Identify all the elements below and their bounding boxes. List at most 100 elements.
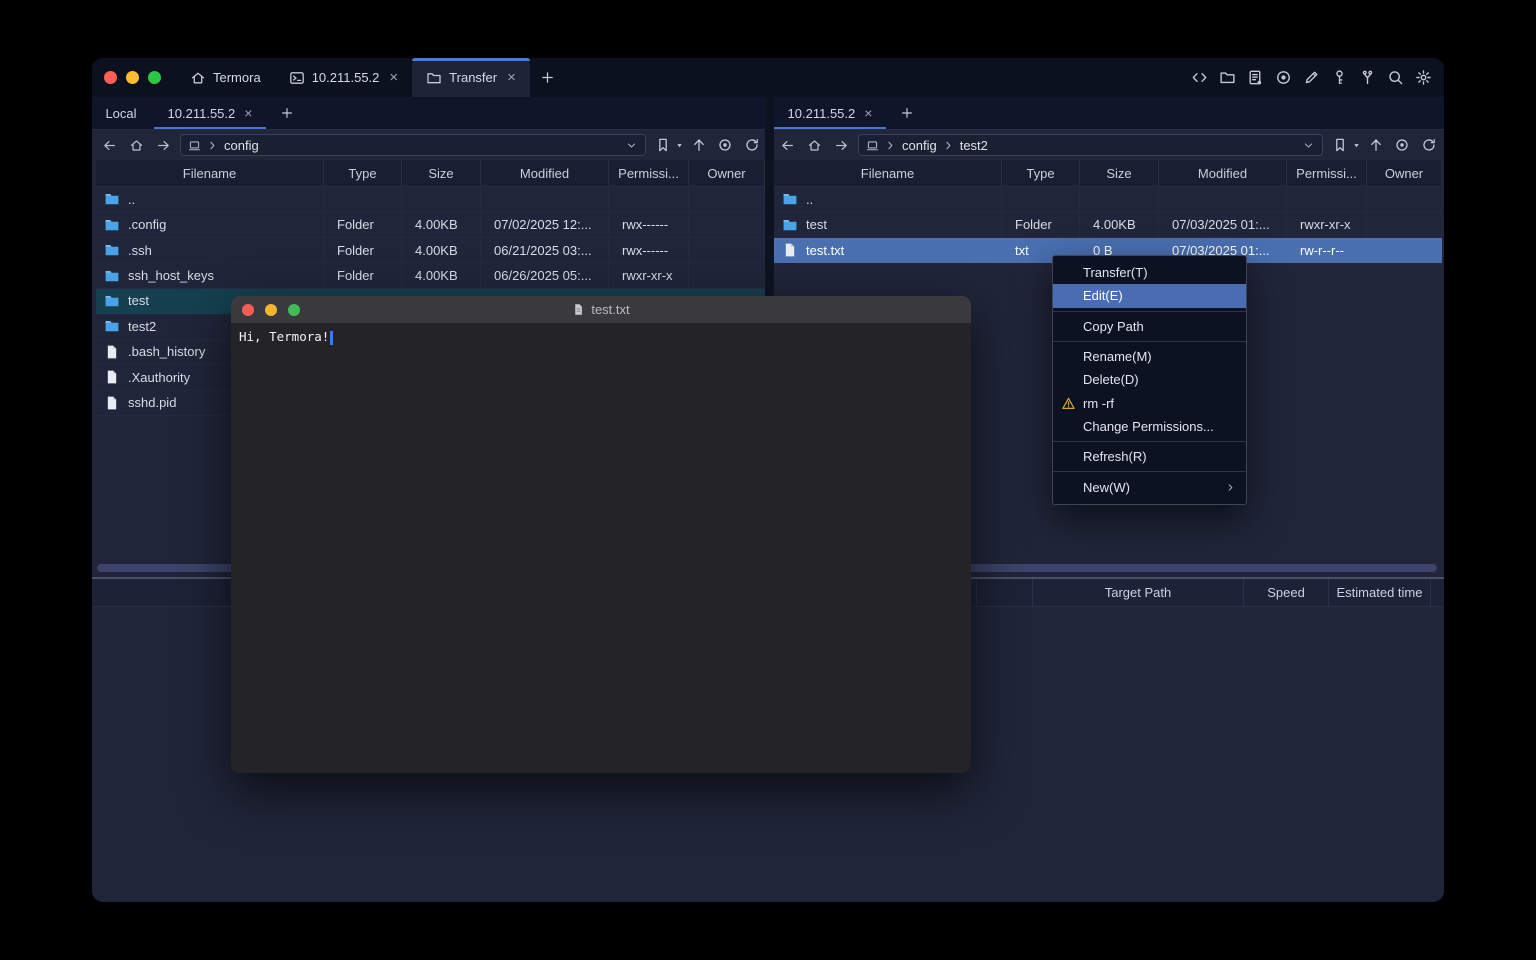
eye-icon[interactable] [711, 137, 739, 153]
speed-column-header[interactable]: Speed [1243, 579, 1328, 606]
panel-tab-label: 10.211.55.2 [788, 106, 856, 121]
filename-label: test [128, 293, 149, 308]
menu-item-refresh-r[interactable]: Refresh(R) [1053, 445, 1246, 468]
editor-titlebar[interactable]: test.txt [231, 296, 971, 323]
menu-item-label: Transfer(T) [1083, 265, 1148, 280]
column-header-modified[interactable]: Modified [481, 160, 609, 186]
bookmark-caret-icon[interactable] [1349, 141, 1363, 150]
close-tab-icon[interactable]: × [389, 69, 398, 86]
menu-separator [1053, 341, 1246, 342]
left-path-input[interactable]: config [180, 134, 646, 156]
column-header-filename[interactable]: Filename [96, 160, 324, 186]
up-directory-icon[interactable] [1363, 137, 1388, 153]
close-window-button[interactable] [104, 71, 117, 84]
filename-label: .ssh [128, 243, 152, 258]
menu-item-delete-d[interactable]: Delete(D) [1053, 368, 1246, 391]
editor-zoom-button[interactable] [288, 304, 300, 316]
menu-item-copy-path[interactable]: Copy Path [1053, 315, 1246, 338]
estimated-time-column-header[interactable]: Estimated time [1328, 579, 1430, 606]
plus-icon [280, 106, 294, 120]
column-header-filename[interactable]: Filename [774, 160, 1002, 186]
back-icon[interactable] [774, 138, 801, 153]
folder-icon [104, 217, 120, 233]
forward-icon[interactable] [828, 138, 855, 153]
column-header-size[interactable]: Size [402, 160, 481, 186]
column-header-type[interactable]: Type [324, 160, 402, 186]
modified-cell [1159, 187, 1287, 211]
new-tab-button[interactable] [530, 58, 565, 97]
plus-icon [540, 70, 555, 85]
app-tab-termora[interactable]: Termora [176, 58, 275, 97]
column-header-permissi[interactable]: Permissi... [609, 160, 689, 186]
document-icon [572, 303, 585, 316]
bookmark-caret-icon[interactable] [672, 141, 686, 150]
chevron-right-icon [206, 139, 219, 152]
panel-tab-10-211-55-2[interactable]: 10.211.55.2 × [774, 97, 886, 129]
forward-icon[interactable] [150, 138, 177, 153]
path-segment[interactable]: config [224, 138, 259, 153]
pencil-icon[interactable] [1303, 69, 1320, 86]
app-tab-transfer[interactable]: Transfer× [412, 58, 530, 97]
submenu-arrow-icon [1225, 482, 1236, 493]
menu-item-change-permissions[interactable]: Change Permissions... [1053, 415, 1246, 438]
modified-cell: 07/03/2025 01:... [1159, 212, 1287, 236]
file-row-test[interactable]: testFolder4.00KB07/03/2025 01:...rwxr-xr… [774, 212, 1442, 237]
app-tab-10-211-55-2[interactable]: 10.211.55.2× [275, 58, 412, 97]
close-tab-icon[interactable]: × [507, 69, 516, 86]
menu-item-rm-rf[interactable]: rm -rf [1053, 391, 1246, 414]
chevron-down-icon[interactable] [1302, 139, 1315, 152]
bookmark-icon[interactable] [654, 137, 672, 153]
menu-item-transfer-t[interactable]: Transfer(T) [1053, 261, 1246, 284]
keychain-icon[interactable] [1359, 69, 1376, 86]
close-tab-icon[interactable]: × [244, 105, 252, 121]
path-segment[interactable]: config [902, 138, 937, 153]
key-icon[interactable] [1331, 69, 1348, 86]
panel-tab-10-211-55-2[interactable]: 10.211.55.2× [154, 97, 266, 129]
bookmark-icon[interactable] [1331, 137, 1349, 153]
record-icon[interactable] [1275, 69, 1292, 86]
file-row-config[interactable]: .configFolder4.00KB07/02/2025 12:...rwx-… [96, 212, 765, 237]
column-header-owner[interactable]: Owner [689, 160, 765, 186]
menu-item-rename-m[interactable]: Rename(M) [1053, 345, 1246, 368]
file-row-ssh-host-keys[interactable]: ssh_host_keysFolder4.00KB06/26/2025 05:.… [96, 263, 765, 288]
path-segment[interactable]: test2 [960, 138, 988, 153]
column-header-size[interactable]: Size [1080, 160, 1159, 186]
eye-icon[interactable] [1388, 137, 1416, 153]
titlebar-actions [1191, 58, 1432, 97]
column-header-owner[interactable]: Owner [1367, 160, 1442, 186]
editor-close-button[interactable] [242, 304, 254, 316]
close-tab-icon[interactable]: × [864, 105, 872, 121]
target-path-column-header[interactable]: Target Path [1032, 579, 1243, 606]
file-row-[interactable]: .. [774, 187, 1442, 212]
warning-icon [1061, 396, 1076, 411]
menu-item-new-w[interactable]: New(W) [1053, 475, 1246, 498]
gear-icon[interactable] [1415, 69, 1432, 86]
modified-cell: 07/02/2025 12:... [481, 212, 609, 236]
chevron-down-icon[interactable] [625, 139, 638, 152]
back-icon[interactable] [96, 138, 123, 153]
editor-content[interactable]: Hi, Termora! [231, 323, 971, 351]
zoom-window-button[interactable] [148, 71, 161, 84]
file-row-[interactable]: .. [96, 187, 765, 212]
column-header-modified[interactable]: Modified [1159, 160, 1287, 186]
column-header-type[interactable]: Type [1002, 160, 1080, 186]
minimize-window-button[interactable] [126, 71, 139, 84]
up-directory-icon[interactable] [686, 137, 711, 153]
new-panel-tab-button[interactable] [900, 97, 914, 129]
column-header-permissi[interactable]: Permissi... [1287, 160, 1367, 186]
menu-item-edit-e[interactable]: Edit(E) [1053, 284, 1246, 307]
new-panel-tab-button[interactable] [280, 97, 294, 129]
home-icon[interactable] [123, 138, 150, 153]
file-row-ssh[interactable]: .sshFolder4.00KB06/21/2025 03:...rwx----… [96, 238, 765, 263]
permissions-cell [1287, 187, 1367, 211]
home-icon[interactable] [801, 138, 828, 153]
code-icon[interactable] [1191, 69, 1208, 86]
log-icon[interactable] [1247, 69, 1264, 86]
editor-minimize-button[interactable] [265, 304, 277, 316]
panel-tab-local[interactable]: Local [96, 97, 146, 129]
search-icon[interactable] [1387, 69, 1404, 86]
refresh-icon[interactable] [739, 137, 765, 153]
refresh-icon[interactable] [1416, 137, 1442, 153]
folder-outline-icon[interactable] [1219, 69, 1236, 86]
right-path-input[interactable]: config test2 [858, 134, 1323, 156]
